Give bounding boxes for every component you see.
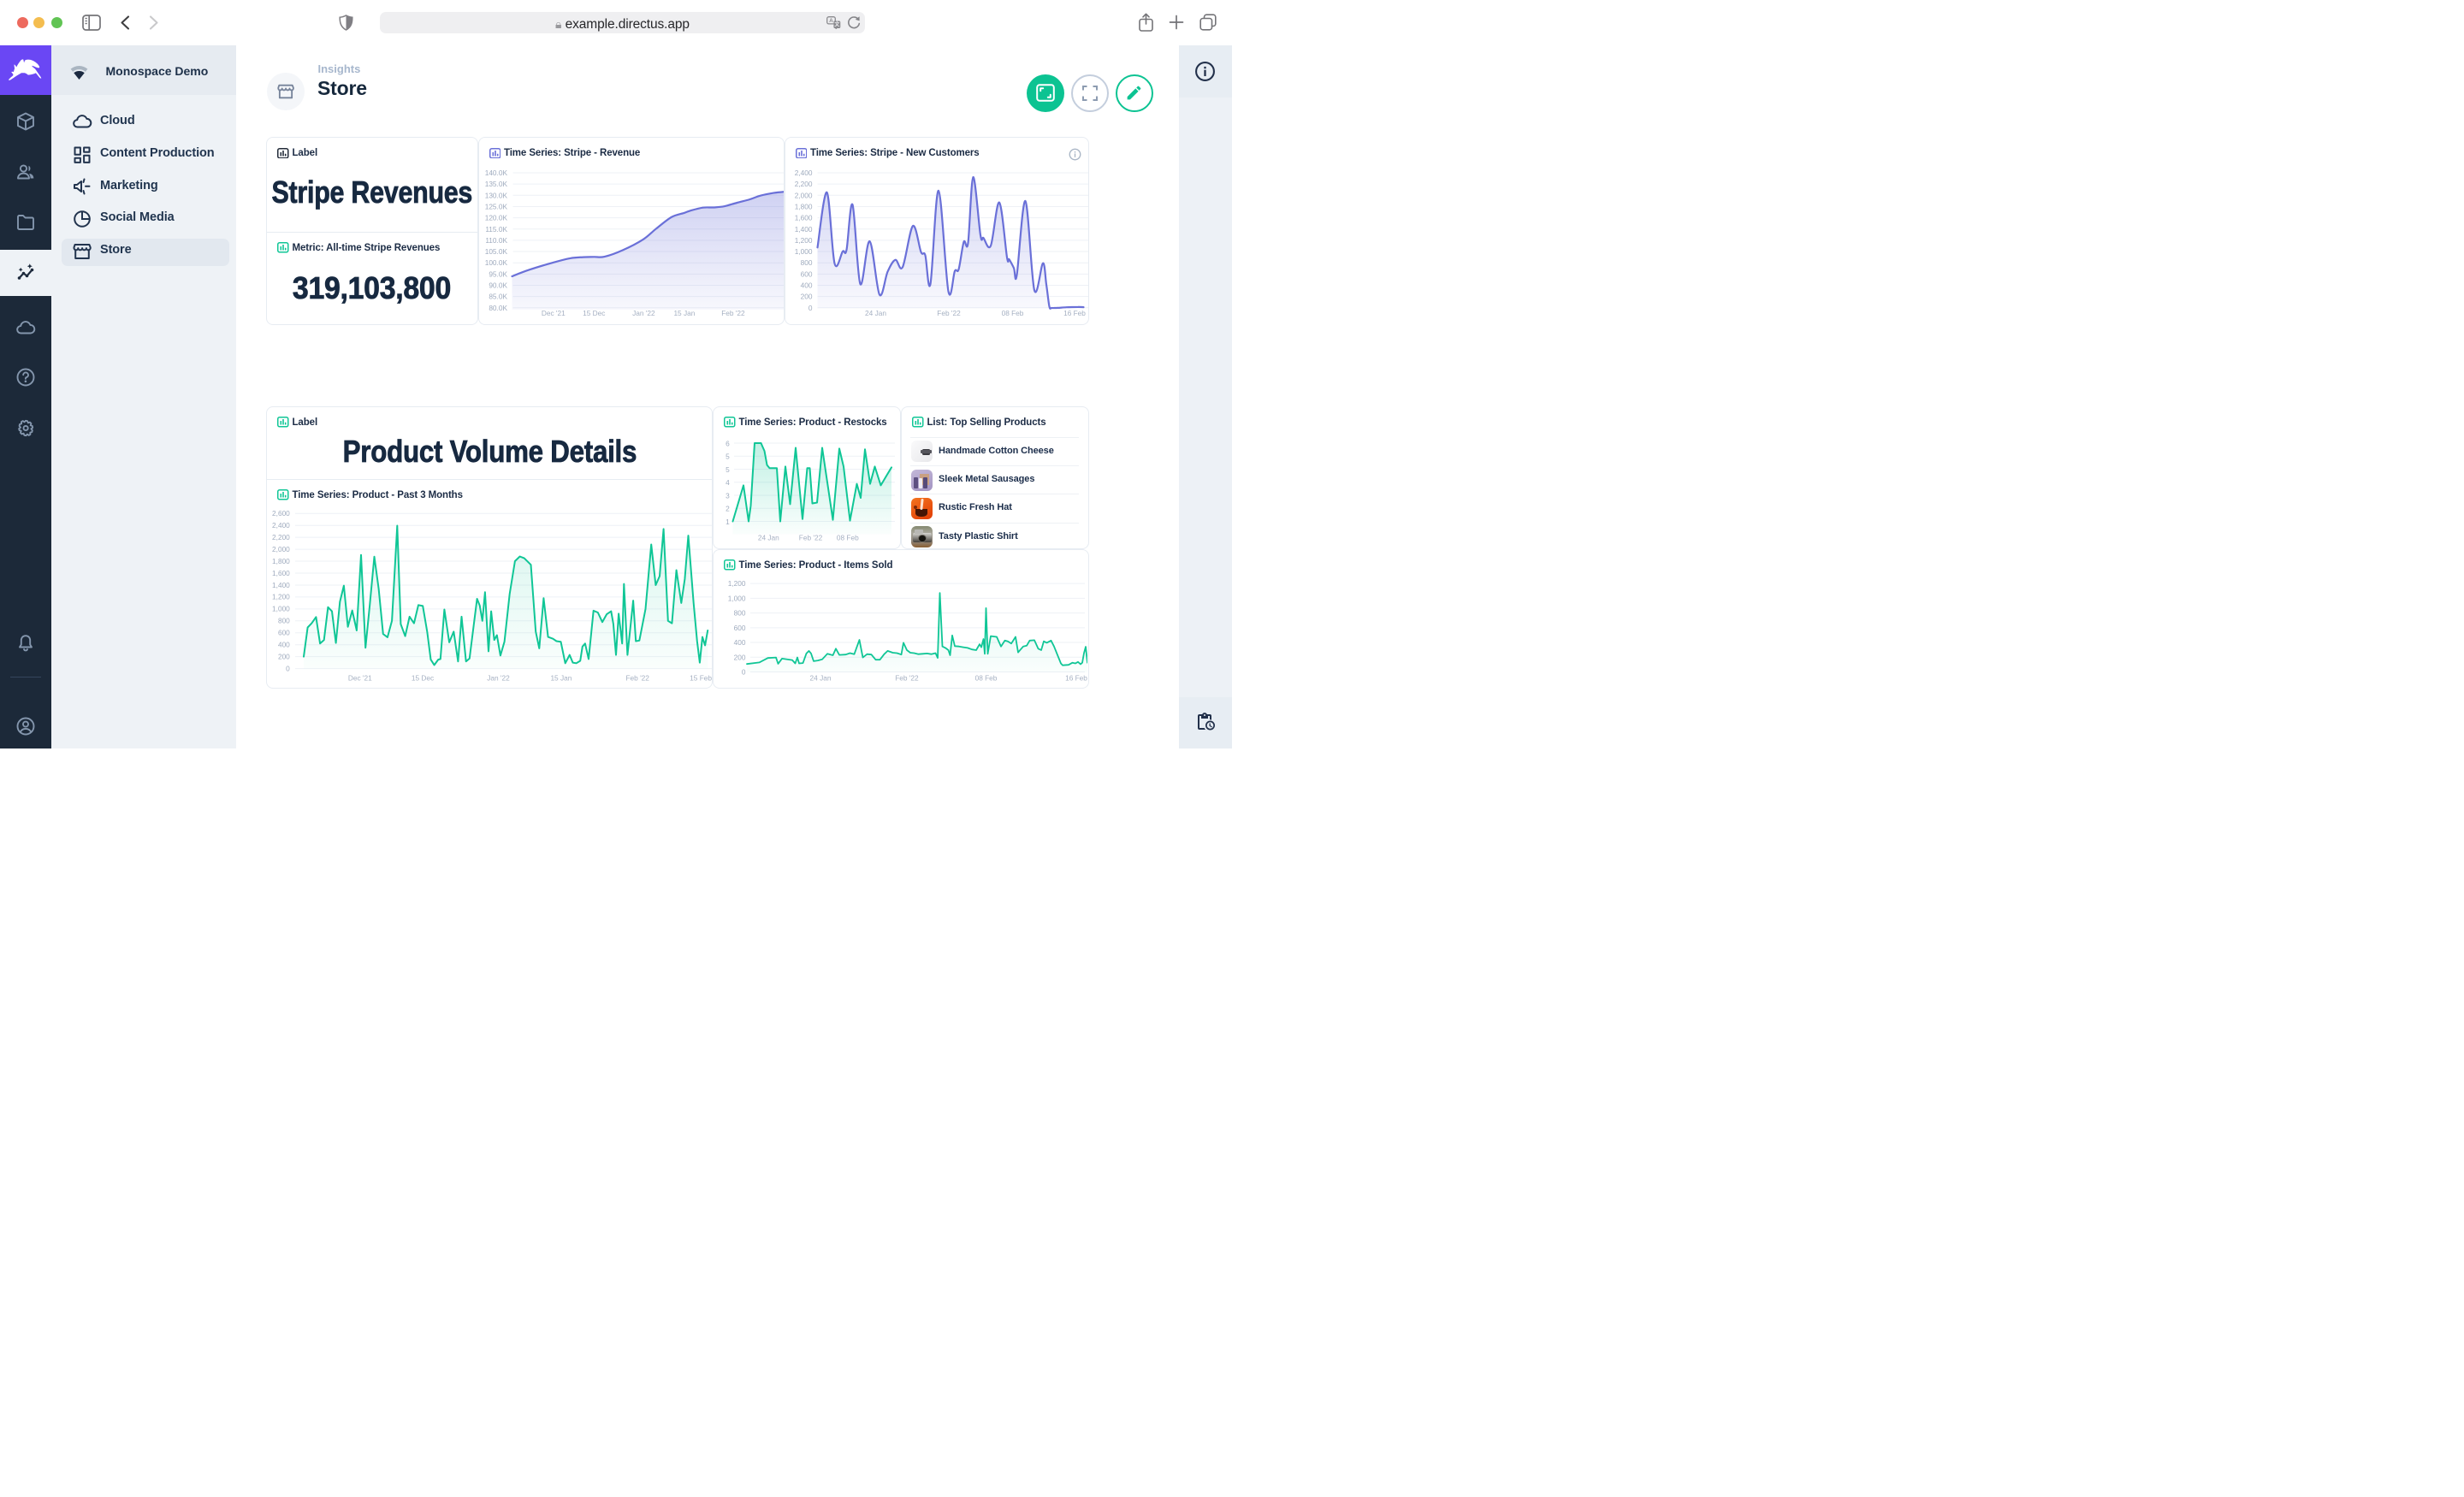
svg-text:A: A: [829, 18, 833, 24]
svg-text:125.0K: 125.0K: [484, 202, 507, 210]
svg-text:800: 800: [800, 258, 812, 267]
svg-text:24 Jan: 24 Jan: [865, 309, 886, 317]
svg-text:200: 200: [800, 293, 812, 301]
svg-text:16 Feb: 16 Feb: [1063, 309, 1086, 317]
svg-text:15 Dec: 15 Dec: [583, 309, 605, 317]
svg-text:1: 1: [726, 517, 730, 525]
svg-text:2,600: 2,600: [272, 509, 290, 518]
svg-text:200: 200: [734, 653, 746, 661]
svg-text:400: 400: [278, 640, 290, 648]
svg-text:100.0K: 100.0K: [484, 258, 507, 267]
svg-text:400: 400: [800, 281, 812, 290]
svg-text:Dec '21: Dec '21: [541, 309, 565, 317]
svg-text:文: 文: [833, 21, 840, 28]
svg-text:Feb '22: Feb '22: [895, 673, 919, 682]
svg-text:600: 600: [278, 628, 290, 636]
svg-text:1,600: 1,600: [272, 568, 290, 577]
svg-text:4: 4: [726, 478, 730, 487]
svg-text:0: 0: [808, 304, 812, 312]
svg-text:5: 5: [726, 452, 730, 460]
svg-text:1,800: 1,800: [272, 556, 290, 565]
svg-text:135.0K: 135.0K: [484, 180, 507, 188]
svg-text:1,000: 1,000: [272, 604, 290, 612]
svg-text:90.0K: 90.0K: [489, 281, 507, 290]
svg-text:105.0K: 105.0K: [484, 247, 507, 256]
svg-text:0: 0: [286, 664, 290, 672]
svg-text:120.0K: 120.0K: [484, 214, 507, 222]
svg-text:24 Jan: 24 Jan: [758, 533, 779, 541]
svg-text:16 Feb: 16 Feb: [1065, 673, 1087, 682]
svg-text:1,400: 1,400: [794, 225, 812, 234]
svg-text:15 Feb: 15 Feb: [690, 673, 712, 682]
svg-text:Jan '22: Jan '22: [632, 309, 655, 317]
svg-text:80.0K: 80.0K: [489, 304, 507, 312]
svg-text:85.0K: 85.0K: [489, 293, 507, 301]
svg-text:2,400: 2,400: [794, 169, 812, 177]
svg-text:0: 0: [742, 667, 746, 676]
svg-text:2,400: 2,400: [272, 521, 290, 530]
svg-text:1,200: 1,200: [728, 579, 746, 588]
svg-text:1,200: 1,200: [794, 236, 812, 245]
svg-text:600: 600: [734, 623, 746, 631]
svg-text:08 Feb: 08 Feb: [975, 673, 998, 682]
svg-text:Feb '22: Feb '22: [799, 533, 823, 541]
svg-text:08 Feb: 08 Feb: [837, 533, 859, 541]
svg-text:1,200: 1,200: [272, 592, 290, 601]
svg-text:15 Jan: 15 Jan: [673, 309, 695, 317]
svg-text:1,000: 1,000: [728, 594, 746, 602]
svg-text:24 Jan: 24 Jan: [810, 673, 832, 682]
svg-text:Feb '22: Feb '22: [937, 309, 961, 317]
svg-text:08 Feb: 08 Feb: [1001, 309, 1023, 317]
svg-text:600: 600: [800, 269, 812, 278]
svg-text:800: 800: [734, 608, 746, 617]
svg-text:800: 800: [278, 616, 290, 624]
svg-text:Dec '21: Dec '21: [348, 673, 372, 682]
svg-text:1,400: 1,400: [272, 580, 290, 589]
svg-text:Jan '22: Jan '22: [487, 673, 510, 682]
svg-text:1,600: 1,600: [794, 214, 812, 222]
svg-text:2: 2: [726, 504, 730, 512]
svg-text:3: 3: [726, 491, 730, 500]
svg-text:200: 200: [278, 652, 290, 660]
svg-text:400: 400: [734, 638, 746, 647]
svg-text:Feb '22: Feb '22: [625, 673, 649, 682]
svg-text:1,000: 1,000: [794, 247, 812, 256]
svg-text:2,000: 2,000: [794, 191, 812, 199]
svg-text:6: 6: [726, 439, 730, 447]
svg-text:115.0K: 115.0K: [485, 225, 507, 234]
svg-text:2,000: 2,000: [272, 544, 290, 553]
svg-text:140.0K: 140.0K: [484, 169, 507, 177]
svg-text:110.0K: 110.0K: [485, 236, 507, 245]
svg-text:2,200: 2,200: [272, 532, 290, 541]
svg-text:130.0K: 130.0K: [484, 191, 507, 199]
svg-text:2,200: 2,200: [794, 180, 812, 188]
svg-text:95.0K: 95.0K: [489, 269, 507, 278]
svg-text:15 Jan: 15 Jan: [550, 673, 572, 682]
svg-text:1,800: 1,800: [794, 202, 812, 210]
svg-text:Feb '22: Feb '22: [721, 309, 745, 317]
svg-text:15 Dec: 15 Dec: [412, 673, 434, 682]
svg-text:5: 5: [726, 464, 730, 473]
